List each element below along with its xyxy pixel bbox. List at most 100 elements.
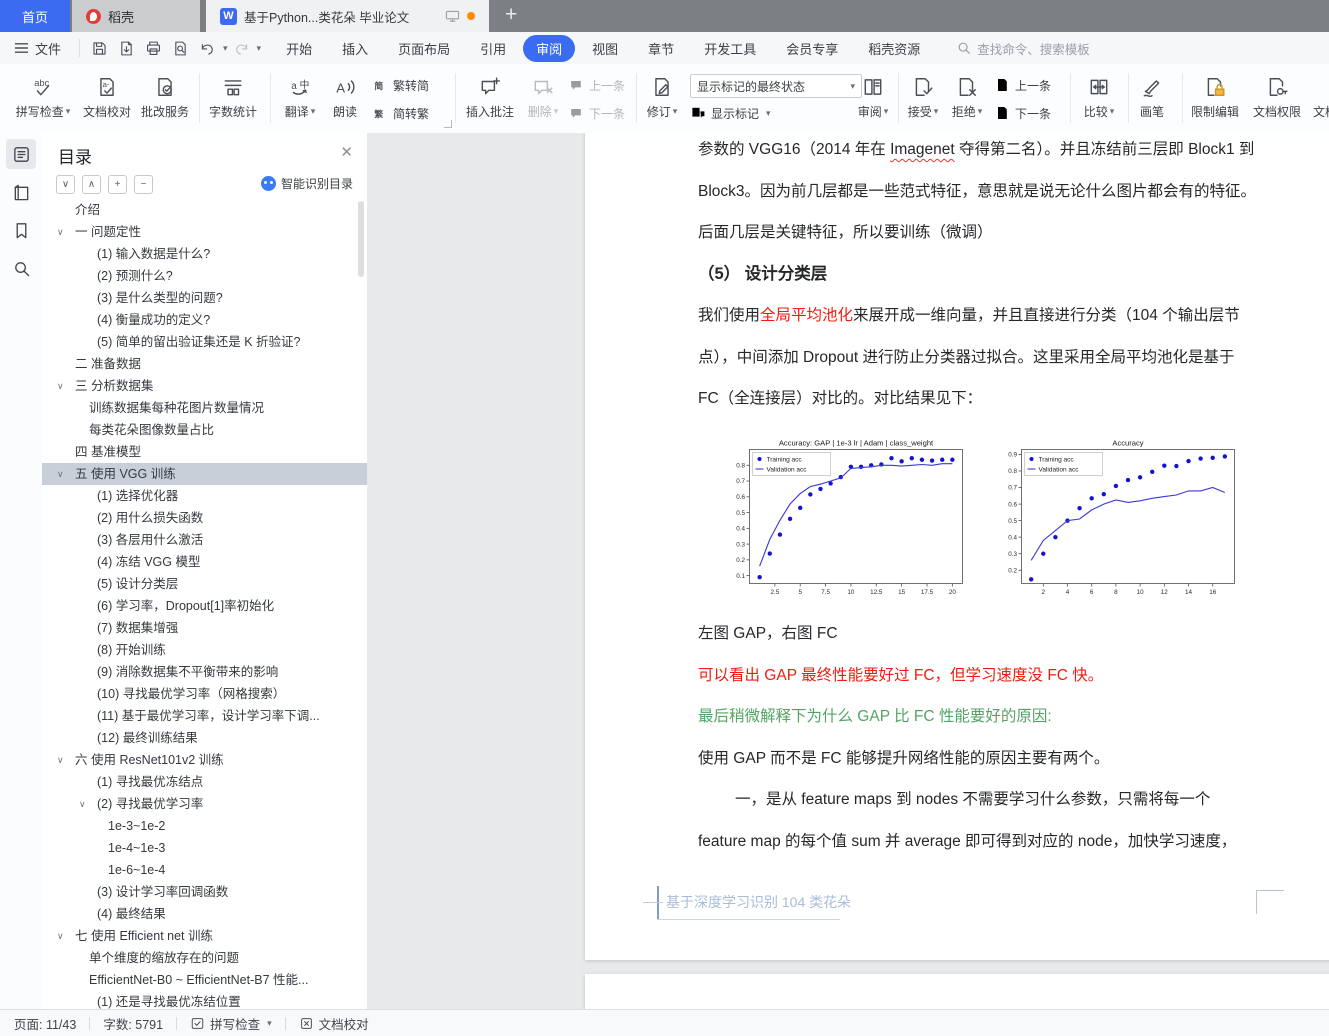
document-page[interactable]: 参数的 VGG16（2014 年在 Imagenet 夺得第二名）。并且冻结前三…	[585, 133, 1329, 960]
collapse-all-button[interactable]: ∨	[56, 175, 75, 194]
toc-item[interactable]: 二 准备数据	[42, 353, 367, 375]
spellcheck-toggle[interactable]: 拼写检查 ▾	[190, 1014, 272, 1033]
menu-tab-页面布局[interactable]: 页面布局	[385, 35, 463, 62]
search-panel-button[interactable]	[6, 253, 36, 283]
toc-item[interactable]: (1) 选择优化器	[42, 485, 367, 507]
doc-proofread-status[interactable]: 文档校对	[299, 1014, 369, 1033]
toc-item[interactable]: (1) 输入数据是什么?	[42, 243, 367, 265]
reject-change-button[interactable]: 拒绝 ▾	[946, 68, 988, 128]
toc-item[interactable]: (7) 数据集增强	[42, 617, 367, 639]
smart-toc-button[interactable]: 智能识别目录	[260, 175, 353, 192]
toc-item[interactable]: 四 基准模型	[42, 441, 367, 463]
toc-item[interactable]: (1) 还是寻找最优冻结位置	[42, 991, 367, 1010]
spellcheck-button[interactable]: abc 拼写检查 ▾	[10, 68, 76, 128]
toolbar-more-caret[interactable]: ▾	[257, 43, 262, 54]
read-aloud-button[interactable]: A 朗读	[326, 68, 364, 128]
menu-tab-会员专享[interactable]: 会员专享	[773, 35, 851, 62]
toc-item[interactable]: (11) 基于最优学习率，设计学习率下调...	[42, 705, 367, 727]
chevron-down-icon[interactable]: ∨	[57, 463, 64, 485]
toc-item[interactable]: ∨ 六 使用 ResNet101v2 训练	[42, 749, 367, 771]
toc-item[interactable]: (9) 消除数据集不平衡带来的影响	[42, 661, 367, 683]
review-pane-button[interactable]: 审阅 ▾	[852, 68, 894, 128]
print-preview-button[interactable]	[167, 36, 194, 60]
toc-item[interactable]: (3) 设计学习率回调函数	[42, 881, 367, 903]
new-tab-button[interactable]: +	[489, 0, 533, 32]
doc-proofread-button[interactable]: a- 文档校对	[78, 68, 136, 128]
toc-item[interactable]: (4) 冻结 VGG 模型	[42, 551, 367, 573]
menu-tab-引用[interactable]: 引用	[467, 35, 519, 62]
toc-item[interactable]: 训练数据集每种花图片数量情况	[42, 397, 367, 419]
accept-change-button[interactable]: 接受 ▾	[902, 68, 944, 128]
toc-item[interactable]: ∨ 一 问题定性	[42, 221, 367, 243]
markup-state-select[interactable]: 显示标记的最终状态 ▾	[690, 74, 862, 98]
home-tab[interactable]: 首页	[0, 0, 70, 32]
toc-item[interactable]: ∨ 七 使用 Efficient net 训练	[42, 925, 367, 947]
toc-item[interactable]: ∨ 三 分析数据集	[42, 375, 367, 397]
toc-item[interactable]: 1e-3~1e-2	[42, 815, 367, 837]
next-document-page[interactable]	[585, 974, 1329, 1010]
menu-tab-审阅[interactable]: 审阅	[523, 34, 576, 62]
dialog-launcher-icon[interactable]	[444, 120, 452, 128]
toc-item[interactable]: (12) 最终训练结果	[42, 727, 367, 749]
toc-item[interactable]: 1e-4~1e-3	[42, 837, 367, 859]
close-icon[interactable]: ✕	[340, 143, 353, 161]
prev-comment-button[interactable]: 上一条	[568, 74, 625, 96]
toc-item[interactable]: EfficientNet-B0 ~ EfficientNet-B7 性能...	[42, 969, 367, 991]
chevron-down-icon[interactable]: ∨	[57, 375, 64, 397]
toc-item[interactable]: (5) 简单的留出验证集还是 K 折验证?	[42, 331, 367, 353]
menu-tab-开始[interactable]: 开始	[273, 35, 325, 62]
toc-scrollbar[interactable]	[358, 201, 364, 277]
grading-service-button[interactable]: 批改服务	[136, 68, 194, 128]
word-count-button[interactable]: 字数统计	[202, 68, 264, 128]
bookmark-panel-button[interactable]	[6, 215, 36, 245]
save-button[interactable]	[86, 36, 113, 60]
chevron-down-icon[interactable]: ∨	[79, 793, 86, 815]
document-tab[interactable]: W 基于Python...类花朵 毕业论文	[206, 0, 489, 32]
command-search[interactable]: 查找命令、搜索模板	[957, 39, 1090, 58]
toc-item[interactable]: (4) 衡量成功的定义?	[42, 309, 367, 331]
next-change-button[interactable]: 下一条	[994, 102, 1051, 124]
toc-item[interactable]: (5) 设计分类层	[42, 573, 367, 595]
toc-item[interactable]: (6) 学习率，Dropout[1]率初始化	[42, 595, 367, 617]
menu-tab-开发工具[interactable]: 开发工具	[691, 35, 769, 62]
next-comment-button[interactable]: 下一条	[568, 102, 625, 124]
doc-certify-button[interactable]: 文档认证	[1308, 68, 1329, 128]
show-markup-button[interactable]: 显示标记 ▾	[690, 102, 771, 124]
simplified-to-traditional-button[interactable]: 繁 简转繁	[372, 102, 429, 124]
zoom-in-button[interactable]: +	[108, 175, 127, 194]
chevron-down-icon[interactable]: ∨	[57, 925, 64, 947]
menu-tab-稻壳资源[interactable]: 稻壳资源	[855, 35, 933, 62]
translate-button[interactable]: a中 翻译 ▾	[276, 68, 324, 128]
insert-comment-button[interactable]: 插入批注	[460, 68, 520, 128]
chevron-down-icon[interactable]: ∨	[57, 749, 64, 771]
doc-permission-button[interactable]: 文档权限	[1248, 68, 1306, 128]
toc-item[interactable]: ∨ 五 使用 VGG 训练	[42, 463, 367, 485]
toc-item[interactable]: 1e-6~1e-4	[42, 859, 367, 881]
toc-item[interactable]: (3) 是什么类型的问题?	[42, 287, 367, 309]
prev-change-button[interactable]: 上一条	[994, 74, 1051, 96]
delete-comment-button[interactable]: 删除 ▾	[522, 68, 564, 128]
toc-item[interactable]: (1) 寻找最优冻结点	[42, 771, 367, 793]
toc-item[interactable]: (2) 用什么损失函数	[42, 507, 367, 529]
chapters-panel-button[interactable]	[6, 177, 36, 207]
restrict-editing-button[interactable]: 限制编辑	[1186, 68, 1244, 128]
toc-item[interactable]: (3) 各层用什么激活	[42, 529, 367, 551]
docer-tab[interactable]: 稻壳	[72, 0, 200, 32]
toc-item[interactable]: (2) 预测什么?	[42, 265, 367, 287]
traditional-to-simplified-button[interactable]: 简 繁转简	[372, 74, 429, 96]
toc-item[interactable]: (10) 寻找最优学习率（网格搜索）	[42, 683, 367, 705]
chevron-down-icon[interactable]: ∨	[57, 221, 64, 243]
zoom-out-button[interactable]: −	[134, 175, 153, 194]
print-button[interactable]	[140, 36, 167, 60]
toc-item[interactable]: 单个维度的缩放存在的问题	[42, 947, 367, 969]
toc-panel-button[interactable]	[6, 139, 36, 169]
expand-all-button[interactable]: ∧	[82, 175, 101, 194]
compare-button[interactable]: 比较 ▾	[1076, 68, 1122, 128]
toc-item[interactable]: ∨ (2) 寻找最优学习率	[42, 793, 367, 815]
menu-tab-章节[interactable]: 章节	[635, 35, 687, 62]
toc-item[interactable]: (4) 最终结果	[42, 903, 367, 925]
toc-item[interactable]: (8) 开始训练	[42, 639, 367, 661]
menu-tab-视图[interactable]: 视图	[579, 35, 631, 62]
redo-button[interactable]	[228, 36, 255, 60]
export-button[interactable]	[113, 36, 140, 60]
